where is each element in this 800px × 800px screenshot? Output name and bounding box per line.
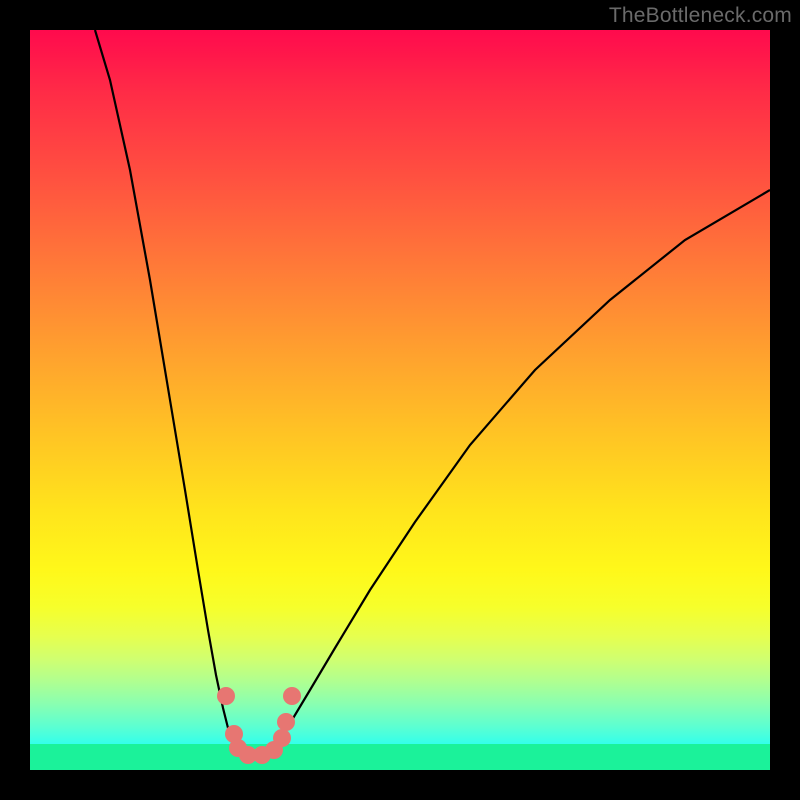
series-group: [95, 30, 770, 756]
watermark-text: TheBottleneck.com: [609, 4, 792, 28]
data-marker: [283, 687, 301, 705]
left-curve: [95, 30, 252, 756]
data-marker: [277, 713, 295, 731]
chart-frame: TheBottleneck.com: [0, 0, 800, 800]
chart-svg: [30, 30, 770, 770]
marker-group: [217, 687, 301, 764]
data-marker: [273, 729, 291, 747]
data-marker: [217, 687, 235, 705]
plot-area: [30, 30, 770, 770]
right-curve: [252, 190, 770, 756]
